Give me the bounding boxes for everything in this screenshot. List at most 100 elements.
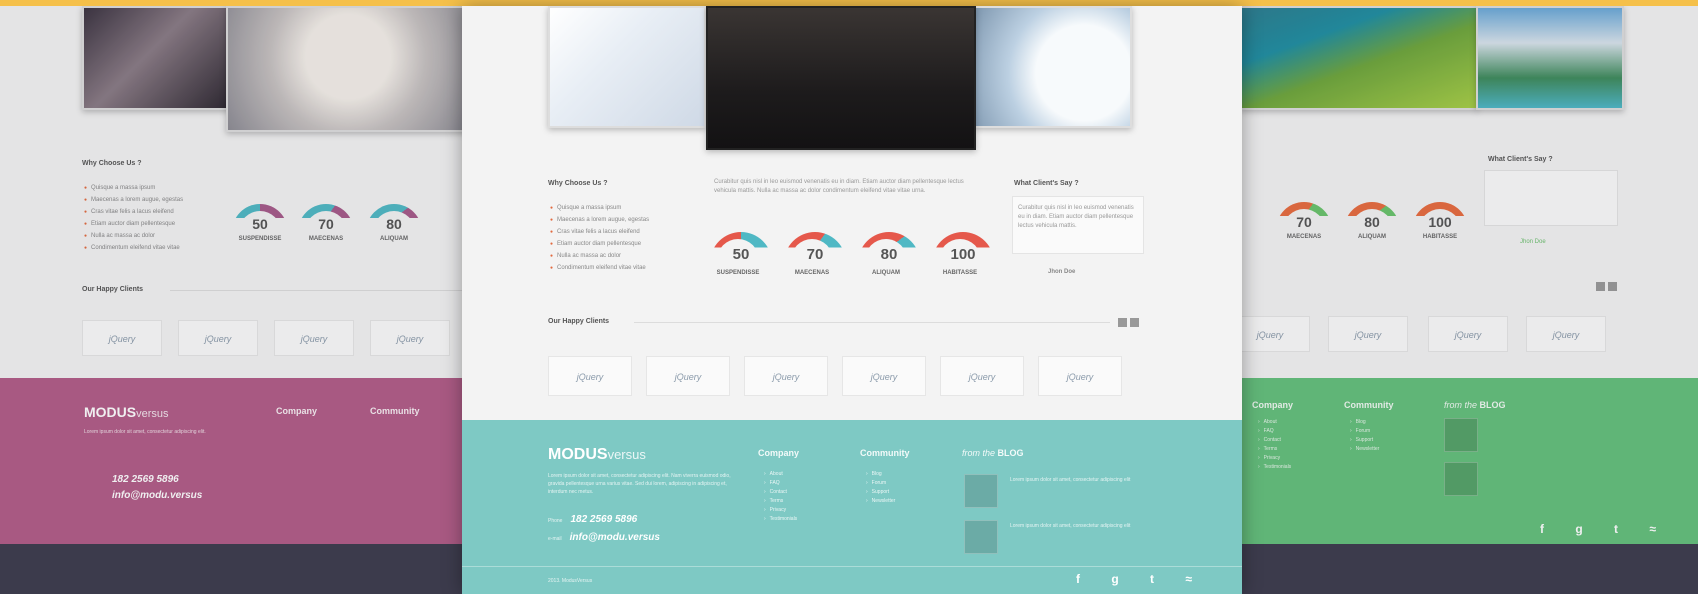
gauge: 50 SUSPENDISSE: [232, 204, 288, 250]
footer-link[interactable]: Testimonials: [764, 515, 798, 524]
testimonial-author: Jhon Doe: [1048, 269, 1076, 275]
footer-company-title: Company: [276, 406, 318, 416]
footer-community-title: Community: [1344, 400, 1394, 410]
footer-community-links: Blog Forum Support Newsletter: [1350, 418, 1380, 454]
center-template-preview: Why Choose Us ? Quisque a massa ipsum Ma…: [462, 6, 1242, 594]
blog-thumbnail-image-icon[interactable]: [964, 520, 998, 554]
client-logo: jQuery: [1428, 316, 1508, 352]
gauge: 80 ALIQUAM: [858, 232, 920, 278]
list-item: Condimentum eleifend vitae vitae: [550, 262, 649, 274]
list-item: Quisque a massa ipsum: [550, 202, 649, 214]
testimonial-author: Jhon Doe: [1520, 239, 1546, 245]
footer-link[interactable]: Testimonials: [1258, 463, 1292, 472]
gauge-value: 50: [252, 216, 268, 232]
gauge-label: SUSPENDISSE: [716, 270, 760, 276]
intro-paragraph: Curabitur quis nisl in leo euismod venen…: [714, 179, 964, 194]
client-logo: jQuery: [82, 320, 162, 356]
list-item: Etiam auctor diam pellentesque: [550, 238, 649, 250]
hero-photo-business-chart: [548, 6, 706, 128]
gauge-value: 80: [386, 216, 402, 232]
client-logo: jQuery: [370, 320, 450, 356]
list-item: Maecenas a lorem augue, egestas: [84, 194, 183, 206]
gauge-value: 80: [880, 246, 898, 263]
blog-thumbnail-image-icon[interactable]: [964, 474, 998, 508]
footer-link[interactable]: Privacy: [1258, 454, 1291, 463]
footer-company-title: Company: [758, 448, 800, 458]
client-logo: jQuery: [1526, 316, 1606, 352]
gauge: 50 SUSPENDISSE: [710, 232, 772, 278]
social-icons[interactable]: f g t ≈: [1076, 572, 1206, 586]
happy-clients-title: Our Happy Clients: [548, 318, 610, 325]
gauge-value: 70: [1296, 214, 1312, 230]
why-choose-list: Quisque a massa ipsum Maecenas a lorem a…: [84, 182, 183, 254]
blog-thumbnail-image-icon[interactable]: [1444, 462, 1478, 496]
carousel-next-button[interactable]: [1608, 282, 1617, 291]
client-logo: jQuery: [548, 356, 632, 396]
footer-link[interactable]: Forum: [866, 479, 895, 488]
footer-link[interactable]: About: [764, 470, 797, 479]
client-logo: jQuery: [1240, 316, 1310, 352]
client-logo: jQuery: [1328, 316, 1408, 352]
right-footer: Company Community from the BLOG About FA…: [1240, 378, 1698, 544]
footer-link[interactable]: Terms: [764, 497, 797, 506]
list-item: Condimentum eleifend vitae vitae: [84, 242, 183, 254]
why-choose-title: Why Choose Us ?: [548, 180, 608, 187]
clients-say-title: What Client's Say ?: [1014, 180, 1079, 187]
footer-link[interactable]: Blog: [1350, 418, 1379, 427]
footer-link[interactable]: Contact: [764, 488, 797, 497]
footer-email: e-mail info@modu.versus: [548, 532, 660, 543]
why-choose-title: Why Choose Us ?: [82, 160, 142, 167]
happy-clients-title: Our Happy Clients: [82, 286, 144, 293]
why-choose-list: Quisque a massa ipsum Maecenas a lorem a…: [550, 202, 649, 274]
footer-divider: [462, 566, 1242, 567]
testimonial-text: Curabitur quis nisl in leo euismod venen…: [1018, 205, 1134, 229]
carousel-prev-button[interactable]: [1118, 318, 1127, 327]
carousel-next-button[interactable]: [1130, 318, 1139, 327]
blog-thumbnail-image-icon[interactable]: [1444, 418, 1478, 452]
gauge-label: MAECENAS: [308, 236, 344, 242]
gauge-label: SUSPENDISSE: [238, 236, 282, 242]
footer-link[interactable]: Forum: [1350, 427, 1379, 436]
left-template-preview: Why Choose Us ? Quisque a massa ipsum Ma…: [0, 6, 470, 544]
client-logo: jQuery: [274, 320, 354, 356]
clients-say-title: What Client's Say ?: [1488, 156, 1553, 163]
gauge-value: 70: [318, 216, 334, 232]
gauge-label: ALIQUAM: [872, 270, 900, 276]
footer-phone: 182 2569 5896: [112, 474, 179, 485]
carousel-prev-button[interactable]: [1596, 282, 1605, 291]
hero-photo-woman-white: [226, 6, 470, 132]
hero-photo-mountains: [1476, 6, 1624, 110]
client-logo: jQuery: [646, 356, 730, 396]
footer-link[interactable]: Privacy: [764, 506, 797, 515]
client-logo: jQuery: [842, 356, 926, 396]
client-logo: jQuery: [1038, 356, 1122, 396]
footer-link[interactable]: Support: [866, 488, 895, 497]
blog-post-text: Lorem ipsum dolor sit amet, consectetur …: [1010, 477, 1131, 483]
footer-company-title: Company: [1252, 400, 1294, 410]
testimonial-box: [1484, 170, 1618, 226]
divider: [170, 290, 470, 291]
gauge-label: MAECENAS: [794, 270, 830, 276]
footer-link[interactable]: Newsletter: [866, 497, 896, 506]
footer-link[interactable]: Blog: [866, 470, 895, 479]
blog-post-text: Lorem ipsum dolor sit amet, consectetur …: [1010, 523, 1131, 529]
footer-link[interactable]: FAQ: [764, 479, 797, 488]
footer-link[interactable]: FAQ: [1258, 427, 1291, 436]
social-icons[interactable]: f g t ≈: [1540, 522, 1670, 536]
gauge: 80 ALIQUAM: [366, 204, 422, 250]
right-template-preview: What Client's Say ? Jhon Doe 70 MAECENAS…: [1240, 6, 1698, 544]
footer-link[interactable]: Newsletter: [1350, 445, 1380, 454]
copyright-text: 2013. ModusVersus: [548, 578, 593, 584]
footer-about-text: Lorem ipsum dolor sit amet, consectetur …: [84, 429, 206, 435]
gauge-value: 80: [1364, 214, 1380, 230]
footer-link[interactable]: Contact: [1258, 436, 1291, 445]
list-item: Cras vitae felis a lacus eleifend: [550, 226, 649, 238]
footer-phone: Phone 182 2569 5896: [548, 514, 638, 525]
gauge-value: 100: [950, 246, 976, 263]
footer-link[interactable]: Support: [1350, 436, 1379, 445]
left-footer: MODUSversus Company Community Lorem ipsu…: [0, 378, 470, 544]
gauge: 70 MAECENAS: [784, 232, 846, 278]
footer-link[interactable]: About: [1258, 418, 1291, 427]
client-logo: jQuery: [940, 356, 1024, 396]
footer-link[interactable]: Terms: [1258, 445, 1291, 454]
